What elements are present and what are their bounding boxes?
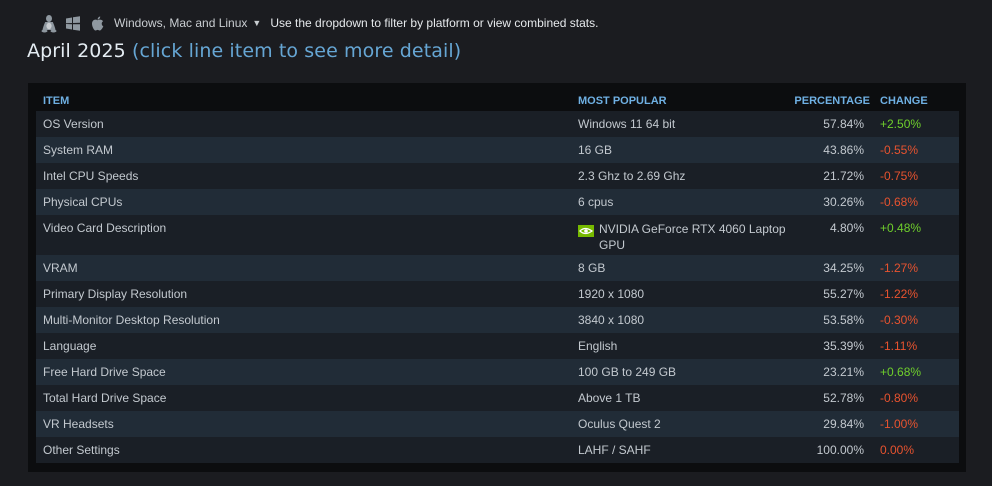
row-percentage: 43.86% xyxy=(823,143,864,157)
row-item-label: Total Hard Drive Space xyxy=(43,391,167,405)
row-percentage: 4.80% xyxy=(829,221,864,235)
platform-dropdown-label: Windows, Mac and Linux xyxy=(114,16,248,30)
table-header: ITEM MOST POPULAR PERCENTAGE CHANGE xyxy=(36,92,959,110)
table-row[interactable]: VRAM 8 GB 34.25% -1.27% xyxy=(36,255,959,281)
row-most-popular: NVIDIA GeForce RTX 4060 Laptop GPU xyxy=(578,221,793,253)
row-item-label: System RAM xyxy=(43,143,114,157)
row-most-popular: Oculus Quest 2 xyxy=(578,417,661,431)
row-item-label: Intel CPU Speeds xyxy=(43,169,139,183)
table-row[interactable]: Language English 35.39% -1.11% xyxy=(36,333,959,359)
row-most-popular: LAHF / SAHF xyxy=(578,443,651,457)
row-item-label: Language xyxy=(43,339,97,353)
nvidia-icon xyxy=(578,225,594,237)
table-row[interactable]: System RAM 16 GB 43.86% -0.55% xyxy=(36,137,959,163)
page-title: April 2025 (click line item to see more … xyxy=(27,40,461,62)
header-item: ITEM xyxy=(43,95,70,107)
table-row[interactable]: Intel CPU Speeds 2.3 Ghz to 2.69 Ghz 21.72… xyxy=(36,163,959,189)
table-row[interactable]: Multi-Monitor Desktop Resolution 3840 x 1… xyxy=(36,307,959,333)
row-change: -1.22% xyxy=(880,287,919,301)
table-row[interactable]: Free Hard Drive Space 100 GB to 249 GB 23.… xyxy=(36,359,959,385)
row-percentage: 29.84% xyxy=(823,417,864,431)
table-row[interactable]: OS Version Windows 11 64 bit 57.84% +2.50% xyxy=(36,111,959,137)
row-item-label: Video Card Description xyxy=(43,221,167,235)
row-change: -0.80% xyxy=(880,391,919,405)
table-row[interactable]: Primary Display Resolution 1920 x 1080 55.… xyxy=(36,281,959,307)
row-percentage: 30.26% xyxy=(823,195,864,209)
table-row[interactable]: Video Card Description NVIDIA GeForce RTX… xyxy=(36,215,959,255)
hardware-stats-table: ITEM MOST POPULAR PERCENTAGE CHANGE OS V… xyxy=(28,83,966,472)
row-change: -0.55% xyxy=(880,143,919,157)
row-most-popular: 6 cpus xyxy=(578,195,614,209)
chevron-down-icon: ▼ xyxy=(252,18,262,28)
row-change: 0.00% xyxy=(880,443,915,457)
row-item-label: Physical CPUs xyxy=(43,195,123,209)
row-change: -1.00% xyxy=(880,417,919,431)
row-change: +2.50% xyxy=(880,117,922,131)
row-percentage: 35.39% xyxy=(823,339,864,353)
row-item-label: Primary Display Resolution xyxy=(43,287,188,301)
table-row[interactable]: VR Headsets Oculus Quest 2 29.84% -1.00% xyxy=(36,411,959,437)
table-row[interactable]: Total Hard Drive Space Above 1 TB 52.78% -0… xyxy=(36,385,959,411)
row-most-popular: 100 GB to 249 GB xyxy=(578,365,677,379)
row-change: +0.48% xyxy=(880,221,922,235)
row-percentage: 55.27% xyxy=(823,287,864,301)
row-change: -0.30% xyxy=(880,313,919,327)
row-item-label: Multi-Monitor Desktop Resolution xyxy=(43,313,220,327)
header-change: CHANGE xyxy=(880,95,928,107)
row-most-popular: Above 1 TB xyxy=(578,391,641,405)
row-most-popular: 16 GB xyxy=(578,143,613,157)
row-change: -0.75% xyxy=(880,169,919,183)
linux-tux-icon xyxy=(40,13,58,33)
row-percentage: 34.25% xyxy=(823,261,864,275)
platform-filter-bar: Windows, Mac and Linux ▼ Use the dropdow… xyxy=(40,10,598,36)
windows-icon xyxy=(64,13,82,33)
row-most-popular: 2.3 Ghz to 2.69 Ghz xyxy=(578,169,686,183)
row-change: -0.68% xyxy=(880,195,919,209)
row-change: -1.27% xyxy=(880,261,919,275)
table-row[interactable]: Other Settings LAHF / SAHF 100.00% 0.00% xyxy=(36,437,959,463)
row-most-popular: 1920 x 1080 xyxy=(578,287,645,301)
row-most-popular: 8 GB xyxy=(578,261,606,275)
row-percentage: 52.78% xyxy=(823,391,864,405)
row-item-label: OS Version xyxy=(43,117,104,131)
row-item-label: VRAM xyxy=(43,261,78,275)
row-percentage: 57.84% xyxy=(823,117,864,131)
platform-hint: Use the dropdown to filter by platform o… xyxy=(270,16,599,30)
row-most-popular: 3840 x 1080 xyxy=(578,313,645,327)
row-percentage: 53.58% xyxy=(823,313,864,327)
row-most-popular-label: NVIDIA GeForce RTX 4060 Laptop GPU xyxy=(599,222,786,252)
row-percentage: 100.00% xyxy=(816,443,864,457)
row-item-label: VR Headsets xyxy=(43,417,114,431)
header-percentage: PERCENTAGE xyxy=(794,95,870,107)
row-most-popular: Windows 11 64 bit xyxy=(578,117,676,131)
row-percentage: 21.72% xyxy=(823,169,864,183)
row-item-label: Free Hard Drive Space xyxy=(43,365,166,379)
header-most-popular: MOST POPULAR xyxy=(578,95,667,107)
row-item-label: Other Settings xyxy=(43,443,120,457)
table-row[interactable]: Physical CPUs 6 cpus 30.26% -0.68% xyxy=(36,189,959,215)
month-title: April 2025 xyxy=(27,40,126,62)
apple-icon xyxy=(88,13,106,33)
platform-dropdown[interactable]: Windows, Mac and Linux ▼ xyxy=(114,16,261,30)
row-most-popular: English xyxy=(578,339,618,353)
title-hint: (click line item to see more detail) xyxy=(131,40,462,62)
row-change: -1.11% xyxy=(880,339,918,353)
row-percentage: 23.21% xyxy=(823,365,864,379)
table-body: OS Version Windows 11 64 bit 57.84% +2.50% S… xyxy=(36,111,959,463)
row-change: +0.68% xyxy=(880,365,922,379)
